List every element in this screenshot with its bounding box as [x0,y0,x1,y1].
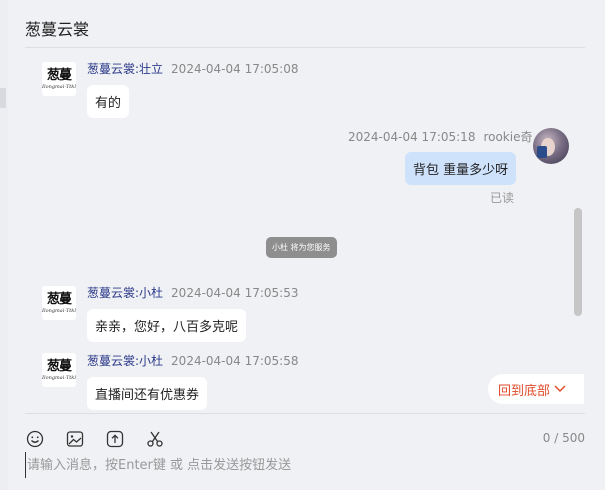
logo-main-text: 葱蔓 [46,67,72,83]
message-time: 2024-04-04 17:05:58 [171,354,299,368]
message-bubble[interactable]: 背包 重量多少呀 [405,152,517,185]
shop-avatar[interactable]: 葱蔓 Ilongmai·Ttkl [42,62,76,96]
message-bubble[interactable]: 亲亲，您好，八百多克呢 [87,309,247,342]
message-time: 2024-04-04 17:05:08 [171,62,299,76]
emoji-icon[interactable] [25,429,45,449]
shop-avatar[interactable]: 葱蔓 Ilongmai·Ttkl [42,353,76,387]
logo-main-text: 葱蔓 [46,358,72,374]
message-meta: 葱蔓云裳:小杜 2024-04-04 17:05:53 [87,284,299,301]
logo-sub-text: Ilongmai·Ttkl [42,374,76,381]
message-meta: 2024-04-04 17:05:18 rookie奇 [348,128,532,145]
user-avatar[interactable] [533,128,569,164]
shop-avatar[interactable]: 葱蔓 Ilongmai·Ttkl [42,286,76,320]
scissors-icon[interactable] [145,429,165,449]
avatar-cup-shape [537,146,547,158]
sender-name[interactable]: 葱蔓云裳:壮立 [87,62,163,76]
sender-name: rookie奇 [483,130,533,144]
message-bubble[interactable]: 有的 [87,85,130,118]
message-list[interactable]: 葱蔓 Ilongmai·Ttkl 葱蔓云裳:壮立 2024-04-04 17:05… [8,48,605,412]
sender-name[interactable]: 葱蔓云裳:小杜 [87,286,163,300]
message-meta: 葱蔓云裳:壮立 2024-04-04 17:05:08 [87,60,299,77]
logo-sub-text: Ilongmai·Ttkl [42,83,76,90]
input-divider [25,413,585,414]
image-icon[interactable] [65,429,85,449]
message-meta: 葱蔓云裳:小杜 2024-04-04 17:05:58 [87,352,299,369]
chevron-down-icon [554,385,566,393]
left-edge-strip [0,0,8,490]
upload-icon[interactable] [105,429,125,449]
message-scrollbar[interactable] [574,208,582,316]
left-edge-notch [0,88,6,108]
back-to-bottom-label: 回到底部 [498,383,551,399]
message-time: 2024-04-04 17:05:53 [171,286,299,300]
char-counter: 0 / 500 [542,431,585,445]
chat-title: 葱蔓云裳 [25,20,90,39]
message-bubble[interactable]: 直播间还有优惠券 [87,377,208,410]
logo-sub-text: Ilongmai·Ttkl [42,307,76,314]
chat-panel: 葱蔓云裳 葱蔓 Ilongmai·Ttkl 葱蔓云裳:壮立 2024-04-04 … [8,0,605,490]
system-notice: 小杜 将为您服务 [266,237,337,258]
back-to-bottom-button[interactable]: 回到底部 [488,374,584,404]
sender-name[interactable]: 葱蔓云裳:小杜 [87,354,163,368]
logo-main-text: 葱蔓 [46,291,72,307]
read-status: 已读 [490,191,515,205]
message-time: 2024-04-04 17:05:18 [348,130,476,144]
message-input[interactable] [25,452,585,478]
